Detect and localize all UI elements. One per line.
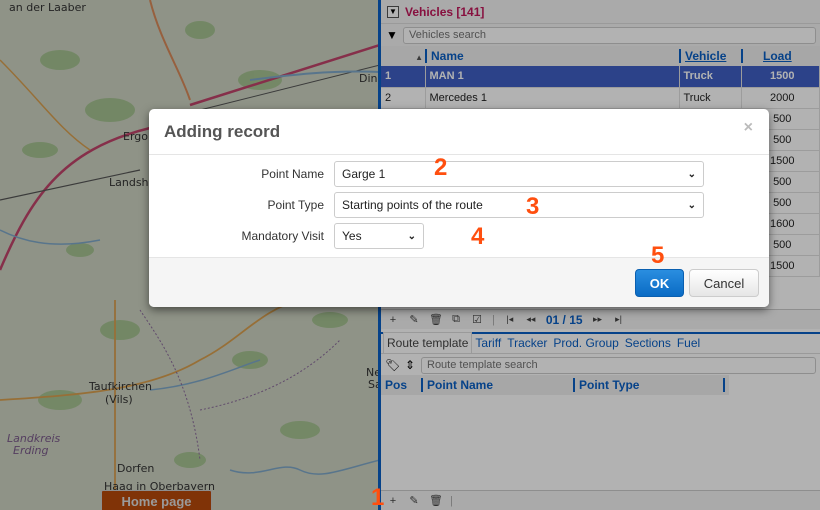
cancel-button[interactable]: Cancel [689, 269, 759, 297]
step-marker-3: 3 [526, 193, 540, 220]
chevron-down-icon: ⌄ [687, 168, 696, 180]
mandatory-visit-row: Mandatory Visit Yes ⌄ [149, 223, 424, 249]
point-name-select[interactable]: Garge 1 ⌄ [334, 161, 704, 187]
step-marker-2: 2 [434, 154, 448, 181]
point-name-row: Point Name Garge 1 ⌄ [149, 161, 704, 187]
point-name-label: Point Name [261, 167, 324, 181]
dialog-footer: OK Cancel [149, 257, 769, 307]
chevron-down-icon: ⌄ [687, 199, 696, 211]
mandatory-visit-label: Mandatory Visit [241, 229, 324, 243]
step-marker-4: 4 [471, 223, 485, 250]
mandatory-visit-select[interactable]: Yes ⌄ [334, 223, 424, 249]
chevron-down-icon: ⌄ [407, 230, 416, 242]
point-type-select[interactable]: Starting points of the route ⌄ [334, 192, 704, 218]
step-marker-5: 5 [651, 242, 665, 269]
point-type-row: Point Type Starting points of the route … [149, 192, 704, 218]
point-type-label: Point Type [267, 198, 324, 212]
ok-button[interactable]: OK [635, 269, 684, 297]
step-marker-1: 1 [371, 484, 385, 510]
dialog-header: Adding record [149, 109, 769, 155]
dialog-title: Adding record [164, 121, 281, 141]
adding-record-dialog: Adding record × Point Name Garge 1 ⌄ Poi… [149, 109, 769, 307]
close-icon[interactable]: × [744, 119, 753, 137]
